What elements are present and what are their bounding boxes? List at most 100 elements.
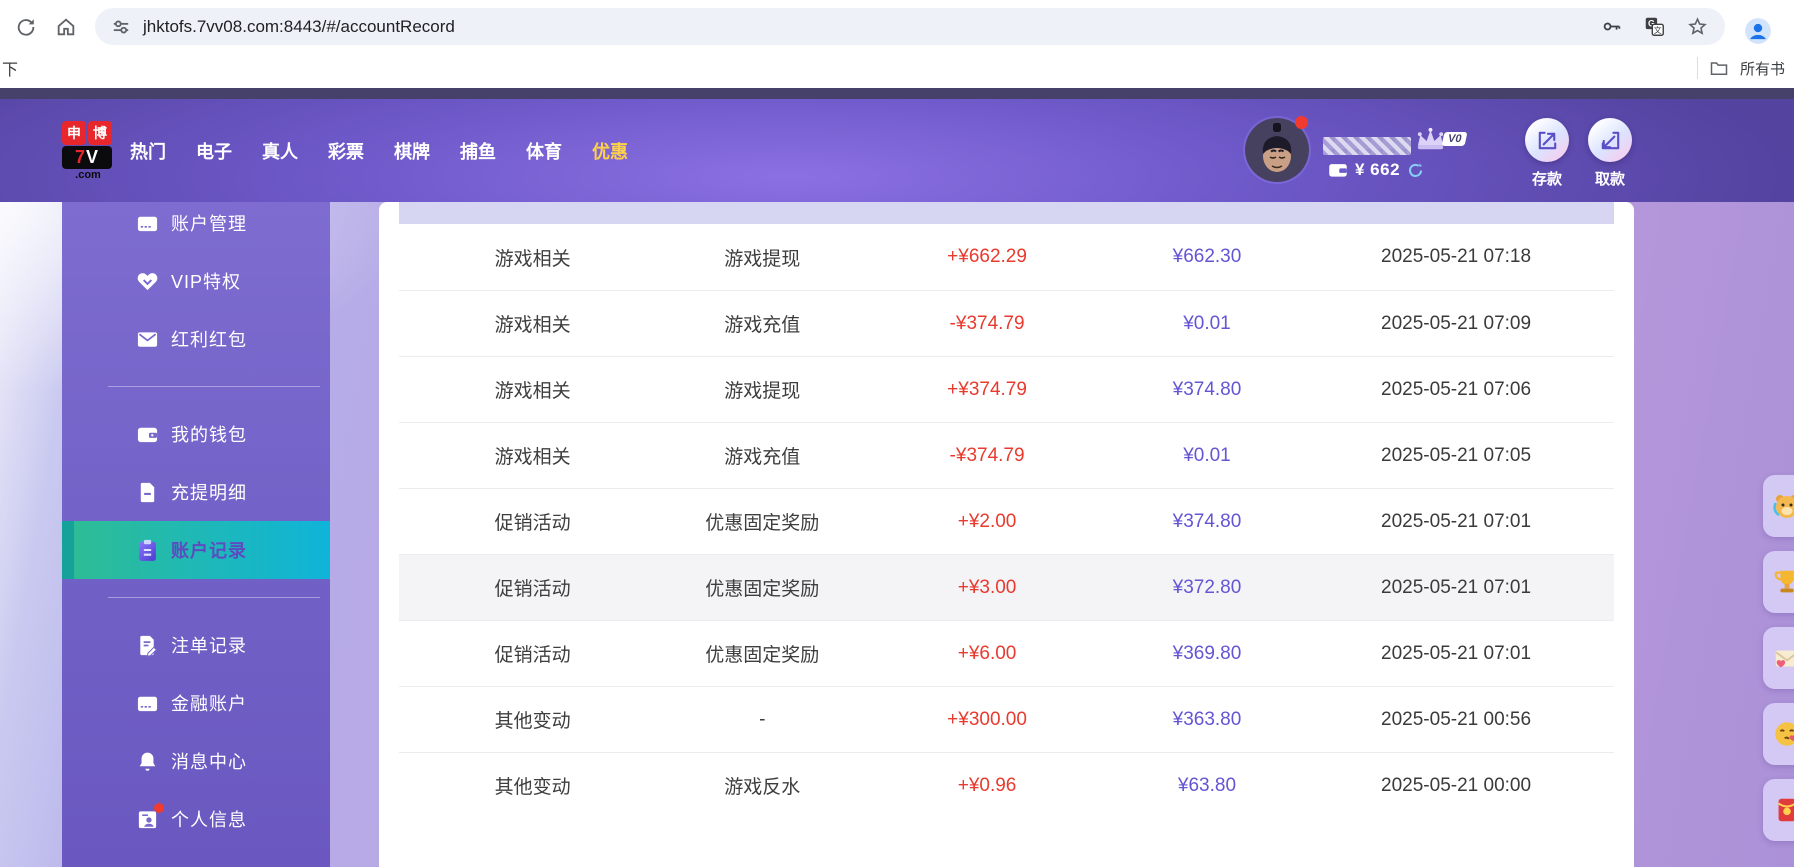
bear-icon bbox=[1771, 490, 1794, 522]
browser-chrome: jhktofs.7vv08.com:8443/#/accountRecord G… bbox=[0, 0, 1794, 88]
bookmark-item[interactable]: 下 bbox=[2, 56, 18, 80]
all-bookmarks-label[interactable]: 所有书 bbox=[1740, 58, 1785, 79]
nav-item-chess[interactable]: 棋牌 bbox=[394, 138, 430, 164]
kiss-face-widget[interactable] bbox=[1763, 703, 1794, 765]
sidebar-item-message-center[interactable]: 消息中心 bbox=[62, 732, 330, 790]
table-body: 游戏相关游戏提现+¥662.29¥662.302025-05-21 07:18游… bbox=[399, 224, 1614, 818]
cell-name: 游戏充值 bbox=[666, 442, 858, 469]
cell-amount: +¥2.00 bbox=[858, 511, 1116, 533]
bookmark-star-icon[interactable] bbox=[1685, 15, 1709, 39]
cell-balance: ¥63.80 bbox=[1116, 775, 1298, 797]
cell-amount: -¥374.79 bbox=[858, 445, 1116, 467]
nav-item-live[interactable]: 真人 bbox=[262, 138, 298, 164]
cell-name: 游戏提现 bbox=[666, 244, 858, 271]
cell-time: 2025-05-21 07:01 bbox=[1298, 511, 1614, 533]
nav-item-sports[interactable]: 体育 bbox=[526, 138, 562, 164]
red-packet-widget[interactable] bbox=[1763, 779, 1794, 841]
deposit-button[interactable]: 存款 bbox=[1525, 118, 1569, 189]
deposit-icon bbox=[1525, 118, 1569, 162]
nav-item-fishing[interactable]: 捕鱼 bbox=[460, 138, 496, 164]
address-bar[interactable]: jhktofs.7vv08.com:8443/#/accountRecord G… bbox=[95, 8, 1725, 45]
cell-time: 2025-05-21 07:05 bbox=[1298, 445, 1614, 467]
sidebar-item-finance-account[interactable]: 金融账户 bbox=[62, 674, 330, 732]
sidebar-item-vip-privilege[interactable]: VIP特权 bbox=[62, 252, 330, 310]
account-record-card: 游戏相关游戏提现+¥662.29¥662.302025-05-21 07:18游… bbox=[379, 202, 1634, 867]
cell-amount: +¥6.00 bbox=[858, 643, 1116, 665]
nav-item-promo[interactable]: 优惠 bbox=[592, 138, 628, 164]
reload-icon[interactable] bbox=[14, 15, 38, 39]
sidebar: 账户管理 VIP特权红利红包我的钱包充提明细账户记录注单记录金融账户消息中心个人信… bbox=[62, 202, 330, 867]
letter-icon bbox=[1772, 643, 1794, 673]
sidebar-divider bbox=[108, 386, 320, 387]
sidebar-item-bonus-redpacket[interactable]: 红利红包 bbox=[62, 310, 330, 368]
wallet-icon bbox=[1328, 160, 1348, 180]
vip-icon bbox=[135, 269, 160, 294]
cell-amount: +¥374.79 bbox=[858, 379, 1116, 401]
cell-balance: ¥0.01 bbox=[1116, 313, 1298, 335]
nav-item-hot[interactable]: 热门 bbox=[130, 138, 166, 164]
sidebar-item-account-record[interactable]: 账户记录 bbox=[62, 521, 330, 579]
nav-item-slots[interactable]: 电子 bbox=[196, 138, 232, 164]
kiss-icon bbox=[1772, 719, 1794, 749]
table-row: 其他变动游戏反水+¥0.96¥63.802025-05-21 00:00 bbox=[399, 752, 1614, 818]
cell-balance: ¥369.80 bbox=[1116, 643, 1298, 665]
customer-service-widget[interactable] bbox=[1763, 475, 1794, 537]
cell-name: 优惠固定奖励 bbox=[666, 508, 858, 535]
cell-amount: +¥0.96 bbox=[858, 775, 1116, 797]
browser-toolbar: jhktofs.7vv08.com:8443/#/accountRecord G… bbox=[0, 0, 1794, 48]
browser-profile-avatar[interactable] bbox=[1743, 16, 1773, 46]
site-header: 申 博 7V .com 热门电子真人彩票棋牌捕鱼体育优惠 V0 ¥ 662 存款… bbox=[0, 88, 1794, 202]
site-info-icon[interactable] bbox=[109, 15, 133, 39]
nav-item-lottery[interactable]: 彩票 bbox=[328, 138, 364, 164]
doc-icon bbox=[135, 480, 160, 505]
cell-type: 游戏相关 bbox=[399, 376, 666, 403]
sidebar-item-label: 账户管理 bbox=[171, 210, 247, 236]
cell-balance: ¥374.80 bbox=[1116, 511, 1298, 533]
trophy-widget[interactable] bbox=[1763, 551, 1794, 613]
password-key-icon[interactable] bbox=[1599, 15, 1623, 39]
sidebar-item-deposit-withdraw-detail[interactable]: 充提明细 bbox=[62, 463, 330, 521]
trophy-icon bbox=[1772, 567, 1794, 597]
cell-time: 2025-05-21 00:56 bbox=[1298, 709, 1614, 731]
sidebar-divider bbox=[108, 597, 320, 598]
cell-type: 促销活动 bbox=[399, 574, 666, 601]
cell-time: 2025-05-21 07:18 bbox=[1298, 246, 1614, 268]
clipboard-icon bbox=[135, 538, 160, 563]
cell-name: 优惠固定奖励 bbox=[666, 574, 858, 601]
cell-time: 2025-05-21 07:01 bbox=[1298, 643, 1614, 665]
vip-level-badge: V0 bbox=[1442, 132, 1468, 146]
withdraw-button[interactable]: 取款 bbox=[1588, 118, 1632, 189]
url-text: jhktofs.7vv08.com:8443/#/accountRecord bbox=[143, 17, 455, 37]
home-icon[interactable] bbox=[54, 15, 78, 39]
withdraw-label: 取款 bbox=[1588, 168, 1632, 189]
cell-type: 其他变动 bbox=[399, 772, 666, 799]
sidebar-item-my-wallet[interactable]: 我的钱包 bbox=[62, 405, 330, 463]
gift-letter-widget[interactable] bbox=[1763, 627, 1794, 689]
deposit-label: 存款 bbox=[1525, 168, 1569, 189]
person-icon bbox=[135, 807, 160, 832]
sidebar-item-label: 注单记录 bbox=[171, 632, 247, 658]
bookmarks-bar: 下 所有书 bbox=[0, 48, 1794, 88]
wallet-icon bbox=[135, 422, 160, 447]
sidebar-item-label: 消息中心 bbox=[171, 748, 247, 774]
sidebar-item-bet-record[interactable]: 注单记录 bbox=[62, 616, 330, 674]
table-row: 游戏相关游戏充值-¥374.79¥0.012025-05-21 07:05 bbox=[399, 422, 1614, 488]
logo-v: V bbox=[86, 147, 99, 167]
refresh-balance-icon[interactable] bbox=[1407, 162, 1424, 179]
username-blurred bbox=[1323, 137, 1411, 155]
sidebar-item-personal-info[interactable]: 个人信息 bbox=[62, 790, 330, 848]
sidebar-item-label: 账户记录 bbox=[171, 537, 247, 563]
site-logo[interactable]: 申 博 7V .com bbox=[62, 121, 114, 181]
table-row: 促销活动优惠固定奖励+¥6.00¥369.802025-05-21 07:01 bbox=[399, 620, 1614, 686]
translate-icon[interactable]: G文 bbox=[1642, 15, 1666, 39]
cell-type: 促销活动 bbox=[399, 508, 666, 535]
bookmarks-separator bbox=[1697, 57, 1698, 79]
cell-amount: +¥3.00 bbox=[858, 577, 1116, 599]
doc-pencil-icon bbox=[135, 633, 160, 658]
svg-text:文: 文 bbox=[1653, 25, 1661, 35]
withdraw-icon bbox=[1588, 118, 1632, 162]
cell-balance: ¥374.80 bbox=[1116, 379, 1298, 401]
cell-type: 游戏相关 bbox=[399, 442, 666, 469]
sidebar-item-account-manage[interactable]: 账户管理 bbox=[62, 194, 330, 252]
cell-time: 2025-05-21 07:09 bbox=[1298, 313, 1614, 335]
